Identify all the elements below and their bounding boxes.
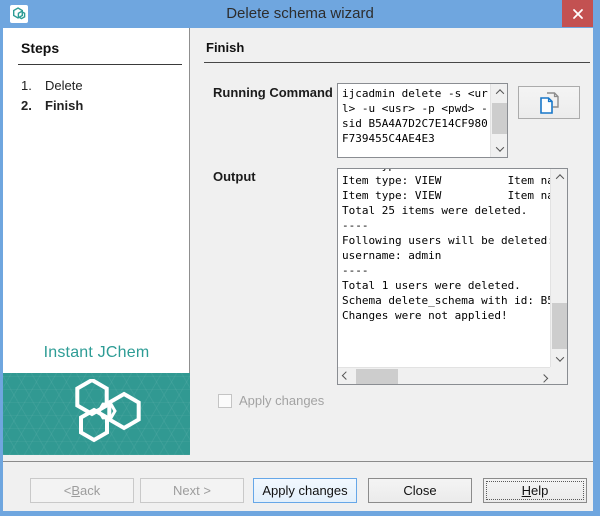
output-textarea[interactable]: Item type: VIEW Item name Item type: VIE… bbox=[337, 168, 568, 385]
close-button[interactable] bbox=[562, 0, 593, 27]
chevron-up-icon bbox=[495, 89, 504, 98]
vertical-scrollbar-thumb[interactable] bbox=[552, 303, 567, 349]
chevron-left-icon bbox=[341, 370, 351, 380]
steps-title: Steps bbox=[18, 38, 182, 65]
output-vertical-scrollbar[interactable] bbox=[550, 169, 567, 367]
hexagon-logo-icon bbox=[75, 379, 141, 443]
close-dialog-button[interactable]: Close bbox=[368, 478, 472, 503]
step-label: Delete bbox=[45, 77, 83, 93]
running-command-textarea[interactable]: ijcadmin delete -s <ur l> -u <usr> -p <p… bbox=[337, 83, 508, 158]
output-label: Output bbox=[213, 169, 256, 184]
window-title: Delete schema wizard bbox=[226, 5, 374, 22]
scrollbar-corner bbox=[550, 367, 567, 384]
running-command-label: Running Command bbox=[213, 85, 333, 100]
chevron-down-icon bbox=[555, 353, 564, 362]
chevron-right-icon bbox=[539, 373, 549, 383]
scroll-down-button[interactable] bbox=[551, 351, 568, 367]
vertical-scrollbar-thumb[interactable] bbox=[492, 103, 507, 134]
wizard-content: Finish Running Command ijcadmin delete -… bbox=[191, 28, 593, 461]
output-horizontal-scrollbar[interactable] bbox=[338, 367, 552, 384]
scroll-up-button[interactable] bbox=[491, 84, 508, 100]
titlebar[interactable]: Delete schema wizard bbox=[0, 0, 600, 28]
scroll-up-button[interactable] bbox=[551, 169, 568, 185]
copy-icon bbox=[540, 91, 559, 114]
step-item-delete: 1. Delete bbox=[21, 77, 83, 93]
next-button: Next > bbox=[140, 478, 244, 503]
apply-changes-checkbox-row: Apply changes bbox=[218, 393, 324, 408]
page-title: Finish bbox=[204, 38, 590, 63]
help-button[interactable]: Help bbox=[483, 478, 587, 503]
copy-command-button[interactable] bbox=[518, 86, 580, 119]
chevron-down-icon bbox=[495, 143, 504, 152]
button-bar: < Back Next > Apply changes Close Help bbox=[3, 461, 593, 511]
scroll-down-button[interactable] bbox=[491, 141, 508, 157]
brand-name: Instant JChem bbox=[43, 344, 150, 361]
chevron-up-icon bbox=[555, 174, 564, 183]
command-vertical-scrollbar[interactable] bbox=[490, 84, 507, 157]
close-icon bbox=[572, 8, 583, 19]
steps-list: 1. Delete 2. Finish bbox=[21, 75, 181, 115]
wizard-steps-sidebar: Steps 1. Delete 2. Finish Instant JChem bbox=[3, 28, 190, 455]
running-command-text[interactable]: ijcadmin delete -s <ur l> -u <usr> -p <p… bbox=[342, 86, 490, 146]
apply-changes-checkbox-label: Apply changes bbox=[239, 393, 325, 408]
scroll-left-button[interactable] bbox=[338, 368, 354, 385]
output-text[interactable]: Item type: VIEW Item name Item type: VIE… bbox=[342, 169, 550, 323]
apply-changes-button[interactable]: Apply changes bbox=[253, 478, 357, 503]
dialog-body: Steps 1. Delete 2. Finish Instant JChem bbox=[3, 28, 593, 461]
apply-changes-checkbox bbox=[218, 393, 232, 408]
step-label: Finish bbox=[45, 97, 84, 113]
back-button: < Back bbox=[30, 478, 134, 503]
step-item-finish: 2. Finish bbox=[21, 97, 84, 113]
brand-panel bbox=[3, 373, 190, 455]
horizontal-scrollbar-thumb[interactable] bbox=[356, 369, 398, 384]
